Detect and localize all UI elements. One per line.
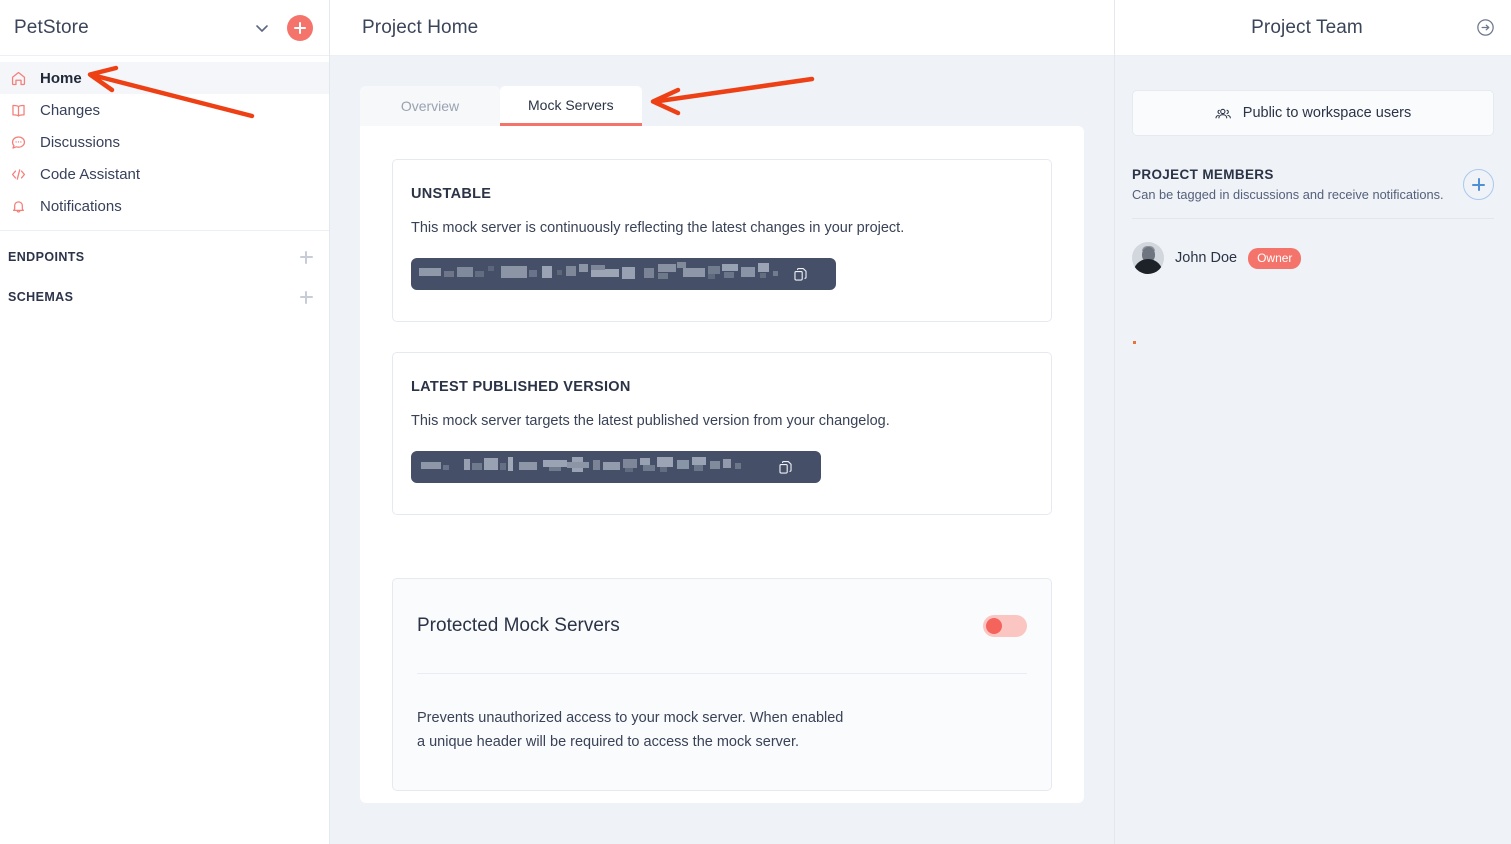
- project-members-title: PROJECT MEMBERS: [1132, 167, 1463, 182]
- sidebar-item-changes[interactable]: Changes: [0, 94, 329, 126]
- sidebar-header: PetStore: [0, 0, 329, 56]
- mock-server-url-unstable[interactable]: [411, 258, 836, 290]
- project-name[interactable]: PetStore: [14, 17, 249, 39]
- add-endpoint-button[interactable]: [297, 248, 315, 266]
- project-team-panel: Project Team Public to workspace users P…: [1115, 0, 1511, 844]
- section-title: SCHEMAS: [8, 290, 297, 304]
- public-to-workspace-label: Public to workspace users: [1243, 105, 1411, 121]
- project-members-subtitle: Can be tagged in discussions and receive…: [1132, 187, 1463, 202]
- sidebar-item-code-assistant[interactable]: Code Assistant: [0, 158, 329, 190]
- project-team-header: Project Team: [1115, 0, 1511, 56]
- copy-icon[interactable]: [777, 459, 794, 476]
- public-to-workspace-button[interactable]: Public to workspace users: [1132, 90, 1494, 136]
- home-icon: [10, 70, 38, 87]
- protected-description-line2: a unique header will be required to acce…: [417, 730, 1027, 754]
- redacted-url-pixels: [411, 258, 786, 290]
- protected-description-line1: Prevents unauthorized access to your moc…: [417, 706, 1027, 730]
- protected-body: Prevents unauthorized access to your moc…: [417, 674, 1027, 790]
- avatar: [1132, 242, 1164, 274]
- mock-server-card-unstable: UNSTABLE This mock server is continuousl…: [392, 159, 1052, 322]
- sidebar-item-label: Notifications: [38, 198, 122, 215]
- sidebar-item-label: Code Assistant: [38, 166, 140, 183]
- sidebar-section-schemas[interactable]: SCHEMAS: [0, 277, 329, 317]
- app-root: PetStore Home Changes: [0, 0, 1511, 844]
- tab-mock-servers[interactable]: Mock Servers: [500, 86, 642, 126]
- arrow-right-circle-icon[interactable]: [1473, 16, 1497, 40]
- main-header: Project Home: [330, 0, 1114, 56]
- copy-icon[interactable]: [792, 266, 809, 283]
- tab-bar: Overview Mock Servers: [360, 86, 1084, 126]
- project-team-title: Project Team: [1115, 17, 1473, 39]
- sidebar-item-label: Discussions: [38, 134, 120, 151]
- section-title: ENDPOINTS: [8, 250, 297, 264]
- sidebar-item-notifications[interactable]: Notifications: [0, 190, 329, 222]
- code-brackets-icon: [10, 166, 38, 183]
- protected-mock-servers-card: Protected Mock Servers Prevents unauthor…: [392, 578, 1052, 791]
- mock-servers-panel: UNSTABLE This mock server is continuousl…: [360, 126, 1084, 803]
- card-kicker: UNSTABLE: [411, 186, 1033, 202]
- member-name: John Doe: [1175, 250, 1237, 266]
- sidebar: PetStore Home Changes: [0, 0, 330, 844]
- sidebar-item-label: Changes: [38, 102, 100, 119]
- project-team-body: Public to workspace users PROJECT MEMBER…: [1115, 56, 1511, 274]
- main-content: Project Home Overview Mock Servers UNSTA…: [330, 0, 1115, 844]
- tab-label: Overview: [401, 98, 459, 114]
- main-body: Overview Mock Servers UNSTABLE This mock…: [330, 56, 1114, 844]
- status-badge: Owner: [1248, 248, 1301, 269]
- book-icon: [10, 102, 38, 119]
- sidebar-item-home[interactable]: Home: [0, 62, 329, 94]
- chat-bubble-icon: [10, 134, 38, 151]
- tab-overview[interactable]: Overview: [360, 86, 500, 126]
- bell-icon: [10, 198, 38, 215]
- redacted-url-pixels: [411, 451, 771, 483]
- page-title: Project Home: [362, 17, 478, 39]
- mock-server-url-latest[interactable]: [411, 451, 821, 483]
- toggle-knob: [986, 618, 1002, 634]
- project-members-header: PROJECT MEMBERS Can be tagged in discuss…: [1132, 167, 1494, 219]
- users-group-icon: [1215, 105, 1232, 122]
- protected-title: Protected Mock Servers: [417, 615, 983, 637]
- mock-server-card-latest-published: LATEST PUBLISHED VERSION This mock serve…: [392, 352, 1052, 515]
- card-description: This mock server targets the latest publ…: [411, 413, 1033, 429]
- stray-dot: [1133, 341, 1136, 344]
- card-kicker: LATEST PUBLISHED VERSION: [411, 379, 1033, 395]
- protected-header: Protected Mock Servers: [417, 579, 1027, 674]
- add-schema-button[interactable]: [297, 288, 315, 306]
- add-new-button[interactable]: [287, 15, 313, 41]
- list-item[interactable]: John Doe Owner: [1132, 242, 1494, 274]
- add-member-button[interactable]: [1463, 169, 1494, 200]
- sidebar-item-discussions[interactable]: Discussions: [0, 126, 329, 158]
- sidebar-nav: Home Changes Discussions Code Assistant: [0, 56, 329, 231]
- chevron-down-icon[interactable]: [249, 15, 275, 41]
- tab-label: Mock Servers: [528, 97, 614, 113]
- sidebar-section-endpoints[interactable]: ENDPOINTS: [0, 237, 329, 277]
- sidebar-item-label: Home: [38, 70, 82, 87]
- card-description: This mock server is continuously reflect…: [411, 220, 1033, 236]
- protected-toggle[interactable]: [983, 615, 1027, 637]
